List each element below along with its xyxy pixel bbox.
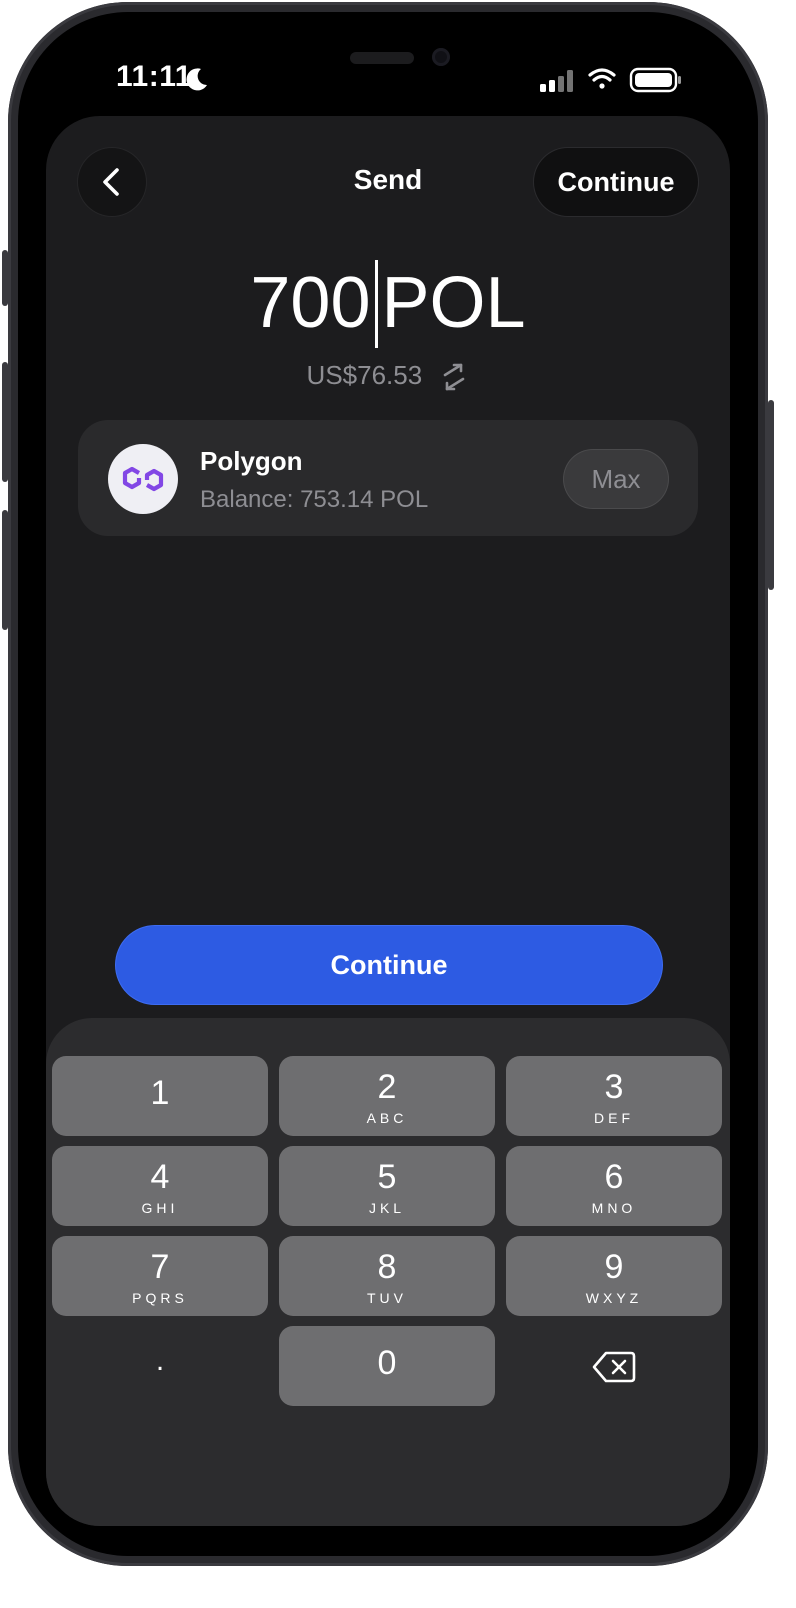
send-sheet: Send Continue 700POL US$76.53 Polygon B bbox=[46, 116, 730, 1526]
key-digit: 5 bbox=[377, 1158, 397, 1196]
key-backspace[interactable] bbox=[506, 1326, 722, 1406]
power-button bbox=[768, 400, 774, 590]
key-digit: 1 bbox=[150, 1074, 170, 1112]
moon-icon bbox=[186, 68, 207, 91]
header-continue-button[interactable]: Continue bbox=[534, 148, 698, 216]
key-digit: 8 bbox=[377, 1248, 397, 1286]
key-letters: ABC bbox=[366, 1110, 408, 1126]
token-selector[interactable]: Polygon Balance: 753.14 POL Max bbox=[78, 420, 698, 536]
key-letters: TUV bbox=[367, 1290, 407, 1306]
token-balance: Balance: 753.14 POL bbox=[200, 486, 429, 513]
amount-value: 700 bbox=[250, 263, 371, 343]
battery-icon bbox=[629, 67, 681, 93]
token-name: Polygon bbox=[200, 446, 303, 476]
key-digit: 4 bbox=[150, 1158, 170, 1196]
status-time: 11:11 bbox=[116, 60, 192, 93]
key-0[interactable]: 0 bbox=[279, 1326, 495, 1406]
key-decimal[interactable]: . bbox=[52, 1326, 268, 1406]
key-letters: PQRS bbox=[132, 1290, 188, 1306]
key-3[interactable]: 3 DEF bbox=[506, 1056, 722, 1136]
key-6[interactable]: 6 MNO bbox=[506, 1146, 722, 1226]
key-9[interactable]: 9 WXYZ bbox=[506, 1236, 722, 1316]
key-digit: 9 bbox=[604, 1248, 624, 1286]
action-button bbox=[2, 250, 8, 306]
polygon-logo bbox=[108, 444, 178, 514]
backspace-icon bbox=[592, 1351, 636, 1383]
fiat-value: US$76.53 bbox=[306, 360, 423, 390]
key-8[interactable]: 8 TUV bbox=[279, 1236, 495, 1316]
key-letters: MNO bbox=[591, 1200, 637, 1216]
key-5[interactable]: 5 JKL bbox=[279, 1146, 495, 1226]
status-icons bbox=[540, 67, 681, 93]
key-2[interactable]: 2 ABC bbox=[279, 1056, 495, 1136]
text-caret bbox=[374, 259, 378, 348]
volume-down-button bbox=[2, 510, 8, 630]
key-letters: GHI bbox=[141, 1200, 179, 1216]
front-camera bbox=[432, 48, 450, 66]
key-1[interactable]: 1 bbox=[52, 1056, 268, 1136]
key-digit: 0 bbox=[377, 1344, 397, 1382]
amount-unit: POL bbox=[381, 263, 526, 343]
volume-up-button bbox=[2, 362, 8, 482]
wifi-icon bbox=[588, 68, 616, 89]
fiat-equivalent: US$76.53 bbox=[46, 360, 730, 391]
swap-currency-icon[interactable] bbox=[439, 363, 469, 391]
amount-display[interactable]: 700 POL bbox=[46, 258, 730, 352]
continue-button[interactable]: Continue bbox=[116, 926, 662, 1004]
polygon-icon bbox=[122, 466, 164, 492]
key-7[interactable]: 7 PQRS bbox=[52, 1236, 268, 1316]
key-digit: 6 bbox=[604, 1158, 624, 1196]
key-letters: JKL bbox=[368, 1200, 406, 1216]
key-digit: 7 bbox=[150, 1248, 170, 1286]
key-digit: 3 bbox=[604, 1068, 624, 1106]
cellular-signal-icon bbox=[540, 70, 573, 92]
key-letters: WXYZ bbox=[585, 1290, 643, 1306]
key-digit: 2 bbox=[377, 1068, 397, 1106]
key-4[interactable]: 4 GHI bbox=[52, 1146, 268, 1226]
speaker-grille bbox=[350, 52, 414, 64]
key-digit: . bbox=[155, 1344, 165, 1377]
numeric-keypad: 1 2 ABC 3 DEF 4 GHI 5 JKL 6 MNO 7 PQRS 8… bbox=[46, 1018, 730, 1526]
max-button[interactable]: Max bbox=[564, 450, 668, 508]
key-letters: DEF bbox=[594, 1110, 634, 1126]
